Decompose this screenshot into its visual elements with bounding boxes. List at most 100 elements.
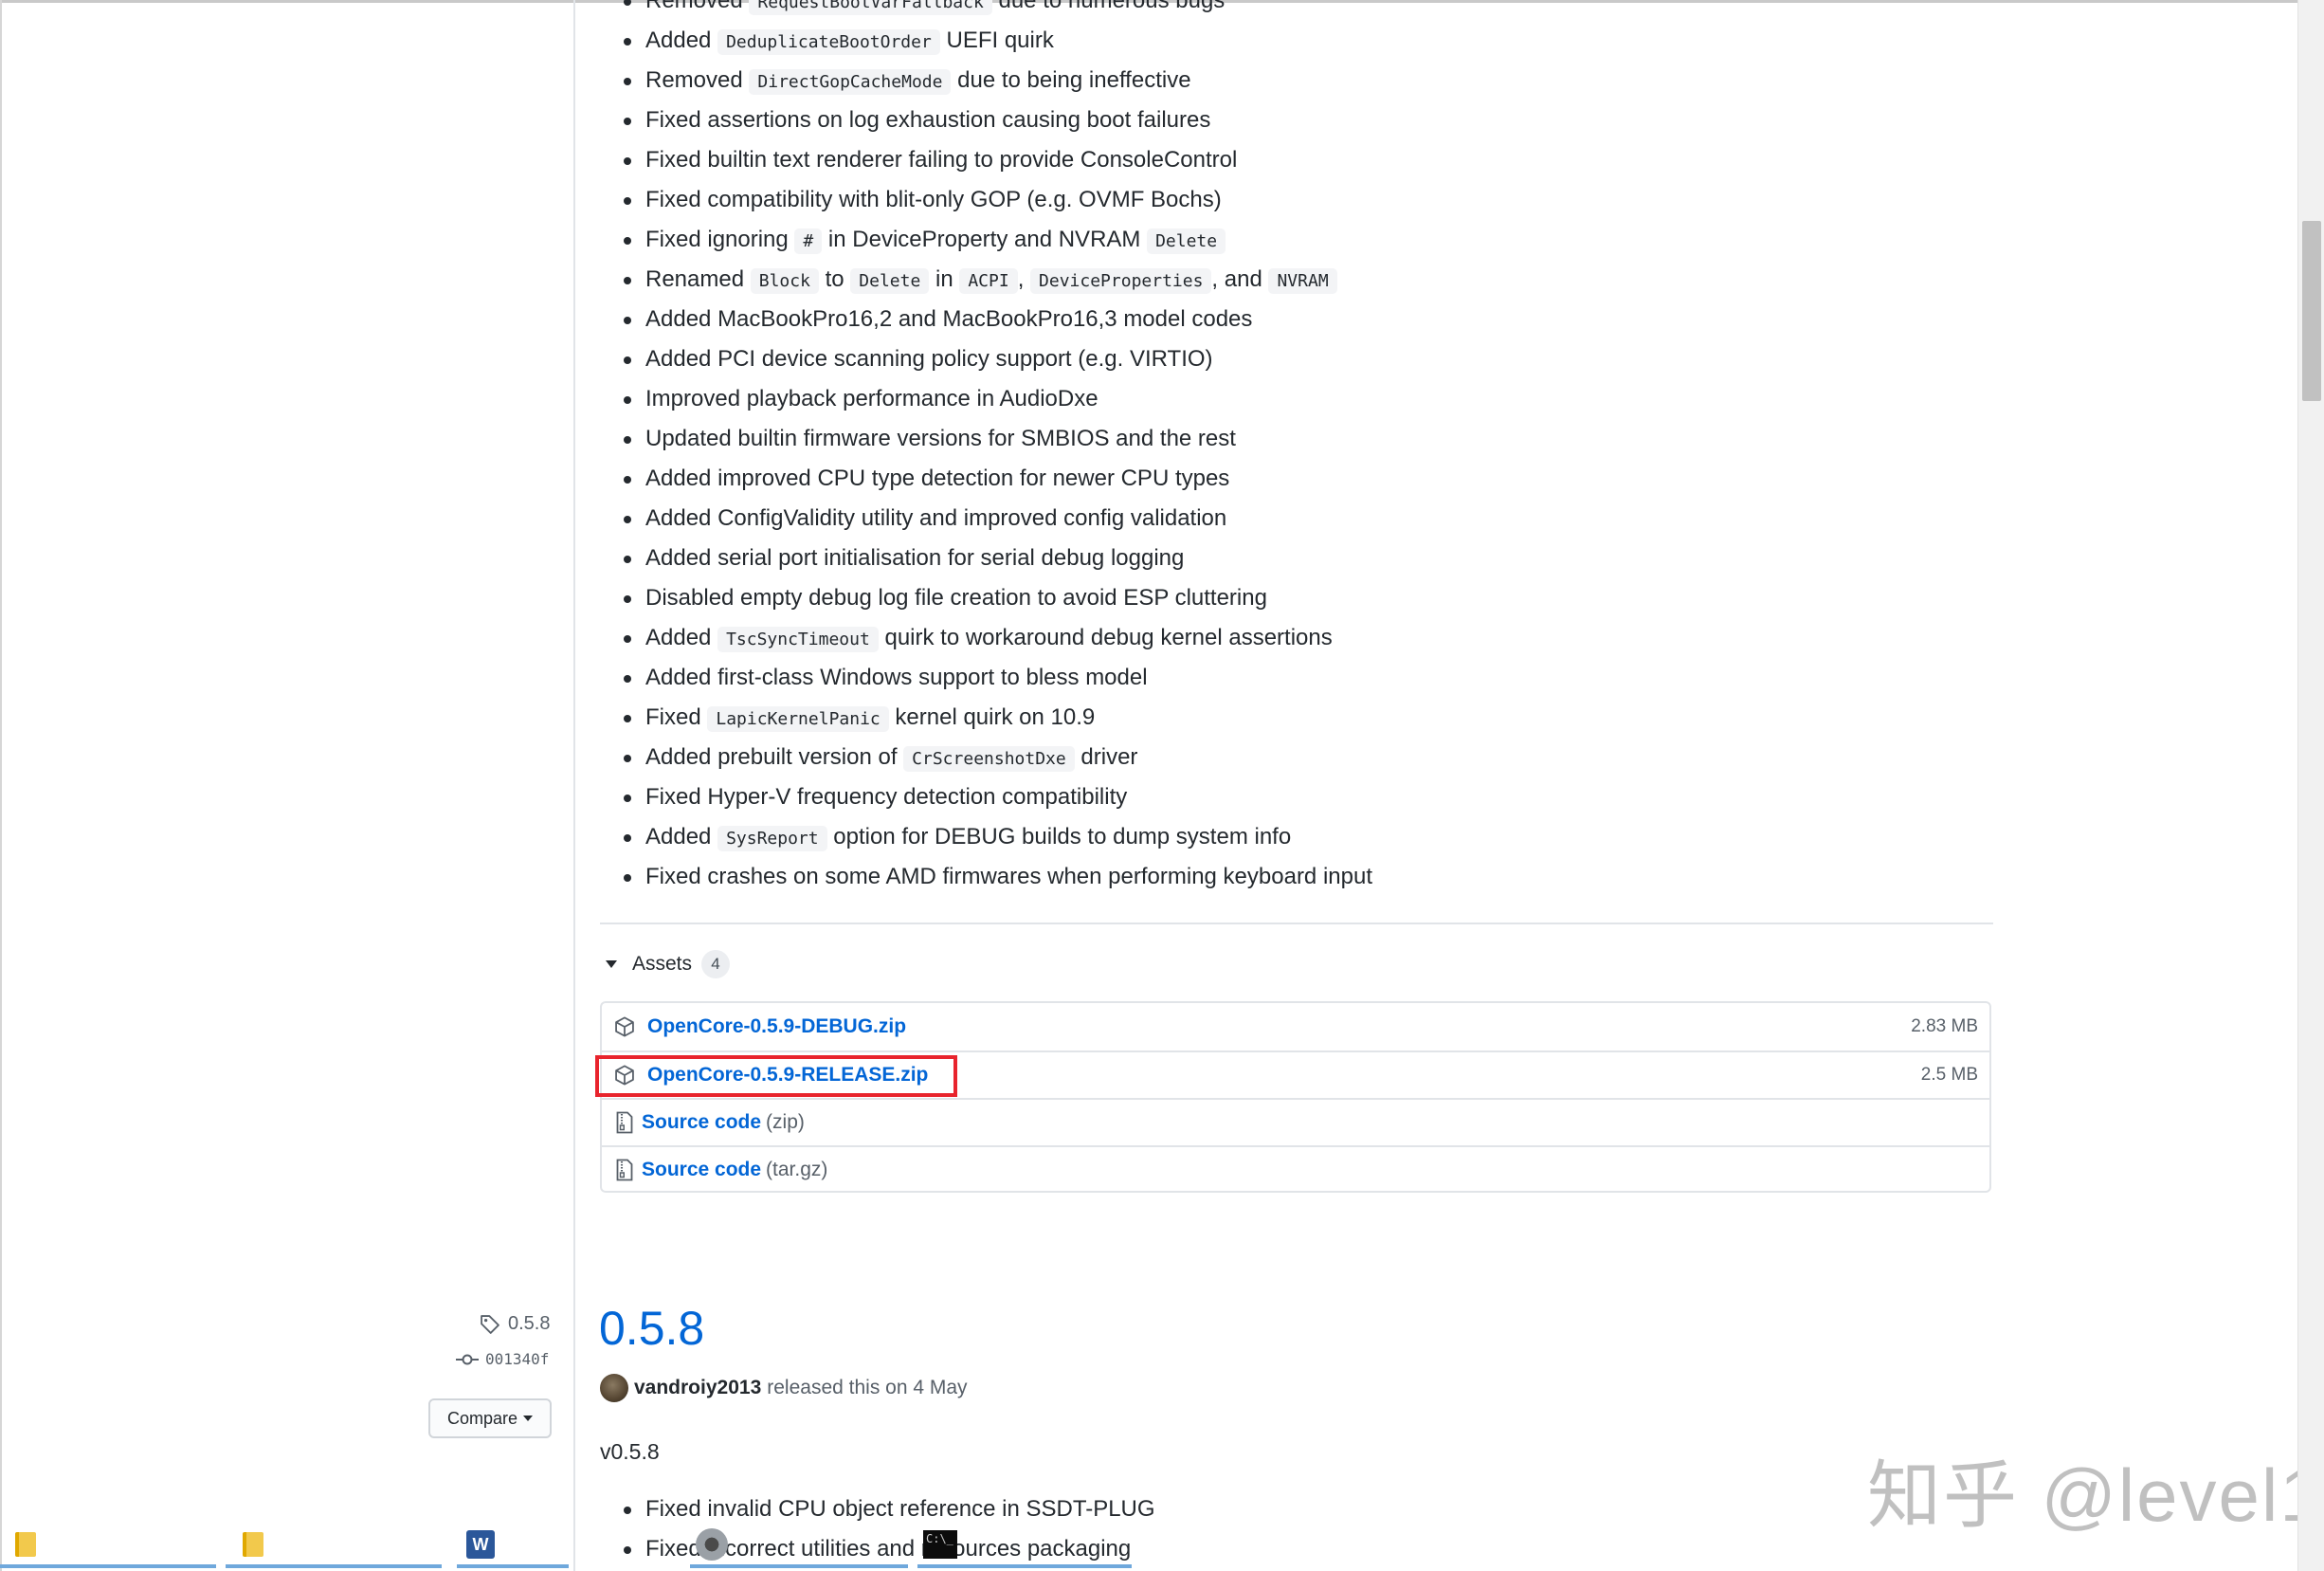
- git-commit-icon: [455, 1352, 480, 1367]
- inline-code: TscSyncTimeout: [717, 627, 879, 652]
- inline-code: RequestBootVarFallback: [749, 0, 992, 15]
- list-item: Added prebuilt version of CrScreenshotDx…: [616, 738, 1990, 777]
- note-text: in DeviceProperty and NVRAM: [822, 227, 1148, 252]
- list-item: Fixed LapicKernelPanic kernel quirk on 1…: [616, 698, 1990, 738]
- avatar[interactable]: [600, 1374, 628, 1402]
- taskbar-chrome-button[interactable]: [696, 1521, 728, 1568]
- folder-icon: [243, 1532, 263, 1557]
- note-text: Updated builtin firmware versions for SM…: [645, 426, 1236, 451]
- list-item: Added DeduplicateBootOrder UEFI quirk: [616, 21, 1990, 61]
- note-text: Fixed: [645, 704, 708, 730]
- asset-size: 2.5 MB: [1920, 1065, 1978, 1085]
- taskbar-cmd-button[interactable]: C:\_: [923, 1521, 957, 1568]
- taskbar-folder-button[interactable]: [243, 1521, 263, 1568]
- note-text: Added prebuilt version of: [645, 744, 904, 770]
- list-item: Added PCI device scanning policy support…: [616, 339, 1990, 379]
- taskbar-active-indicator: [226, 1564, 442, 1568]
- assets-divider: [600, 923, 1993, 924]
- window-left-border: [0, 0, 2, 1571]
- note-text: Fixed Hyper-V frequency detection compat…: [645, 784, 1128, 810]
- source-code-zip-link[interactable]: Source code: [642, 1111, 761, 1134]
- note-text: driver: [1074, 744, 1138, 770]
- sidebar-divider: [573, 0, 575, 1571]
- word-icon: W: [466, 1530, 495, 1559]
- list-item: Fixed ignoring # in DeviceProperty and N…: [616, 220, 1990, 260]
- watermark: 知乎 @level1: [1867, 1453, 2323, 1537]
- note-text: Added PCI device scanning policy support…: [645, 346, 1213, 372]
- note-text: Disabled empty debug log file creation t…: [645, 585, 1267, 611]
- author-link[interactable]: vandroiy2013: [634, 1377, 761, 1399]
- commit-hash: 001340f: [485, 1350, 550, 1368]
- tag-icon: [480, 1314, 500, 1335]
- scrollbar-thumb[interactable]: [2302, 221, 2321, 401]
- note-text: Removed: [645, 0, 750, 13]
- note-text: Fixed compatibility with blit-only GOP (…: [645, 187, 1222, 212]
- cmd-icon: C:\_: [923, 1530, 957, 1559]
- note-text: due to being ineffective: [951, 67, 1191, 93]
- inline-code: DeviceProperties: [1030, 268, 1212, 294]
- note-text: kernel quirk on 10.9: [888, 704, 1096, 730]
- source-code-zip-suffix: (zip): [766, 1111, 805, 1133]
- list-item: Disabled empty debug log file creation t…: [616, 578, 1990, 618]
- note-text: Added first-class Windows support to ble…: [645, 665, 1148, 690]
- note-text: Fixed builtin text renderer failing to p…: [645, 147, 1238, 173]
- note-text: in: [929, 266, 960, 292]
- list-item: Added ConfigValidity utility and improve…: [616, 499, 1990, 539]
- source-code-targz-suffix: (tar.gz): [766, 1159, 828, 1180]
- list-item: Removed RequestBootVarFallback due to nu…: [616, 0, 1990, 21]
- folder-icon: [15, 1532, 36, 1557]
- release-byline: vandroiy2013 released this on 4 May: [600, 1374, 968, 1402]
- inline-code: Delete: [1147, 228, 1226, 254]
- note-text: Fixed ignoring: [645, 227, 795, 252]
- list-item: Fixed compatibility with blit-only GOP (…: [616, 180, 1990, 220]
- list-item: Renamed Block to Delete in ACPI, DeviceP…: [616, 260, 1990, 300]
- list-item: Removed DirectGopCacheMode due to being …: [616, 61, 1990, 100]
- release-version-heading: v0.5.8: [600, 1439, 660, 1464]
- inline-code: NVRAM: [1268, 268, 1337, 294]
- asset-link-debug[interactable]: OpenCore-0.5.9-DEBUG.zip: [647, 1015, 906, 1038]
- inline-code: Block: [750, 268, 819, 294]
- list-item: Fixed crashes on some AMD firmwares when…: [616, 857, 1990, 897]
- taskbar-word-button[interactable]: W: [466, 1521, 495, 1568]
- list-item: Added TscSyncTimeout quirk to workaround…: [616, 618, 1990, 658]
- file-zip-icon: [613, 1111, 636, 1134]
- inline-code: DeduplicateBootOrder: [717, 29, 940, 55]
- note-text: Improved playback performance in AudioDx…: [645, 386, 1098, 411]
- asset-row[interactable]: Source code (tar.gz): [602, 1145, 1989, 1193]
- assets-count-badge: 4: [701, 950, 731, 978]
- compare-label: Compare: [446, 1408, 518, 1428]
- tag-label-text: 0.5.8: [508, 1313, 551, 1334]
- asset-row[interactable]: OpenCore-0.5.9-DEBUG.zip 2.83 MB: [602, 1003, 1989, 1050]
- release-notes-list: Removed RequestBootVarFallback due to nu…: [616, 0, 1990, 897]
- taskbar-folder-button[interactable]: [15, 1521, 36, 1568]
- inline-code: #: [794, 228, 823, 254]
- source-code-targz-link[interactable]: Source code: [642, 1159, 761, 1181]
- release-tag[interactable]: 0.5.8: [480, 1313, 550, 1335]
- caret-down-icon: [606, 960, 617, 968]
- taskbar-active-indicator: [690, 1564, 908, 1568]
- assets-toggle[interactable]: Assets 4: [604, 948, 731, 980]
- asset-size: 2.83 MB: [1911, 1016, 1978, 1036]
- compare-button[interactable]: Compare: [428, 1398, 552, 1438]
- note-text: ,: [1017, 266, 1031, 292]
- release-zip-highlight: [595, 1055, 957, 1097]
- list-item: Added first-class Windows support to ble…: [616, 658, 1990, 698]
- note-text: Added: [645, 27, 718, 53]
- note-text: Renamed: [645, 266, 751, 292]
- list-item: Updated builtin firmware versions for SM…: [616, 419, 1990, 459]
- release-commit[interactable]: 001340f: [455, 1350, 549, 1368]
- list-item: Fixed assertions on log exhaustion causi…: [616, 100, 1990, 140]
- list-item: Added SysReport option for DEBUG builds …: [616, 817, 1990, 857]
- assets-list: OpenCore-0.5.9-DEBUG.zip 2.83 MB OpenCor…: [600, 1001, 1991, 1193]
- list-item: Added improved CPU type detection for ne…: [616, 459, 1990, 499]
- package-icon: [613, 1015, 636, 1038]
- asset-row[interactable]: Source code (zip): [602, 1098, 1989, 1145]
- file-zip-icon: [613, 1159, 636, 1181]
- release-title-link[interactable]: 0.5.8: [599, 1301, 704, 1356]
- note-text: Fixed crashes on some AMD firmwares when…: [645, 864, 1372, 889]
- inline-code: ACPI: [959, 268, 1018, 294]
- inline-code: Delete: [850, 268, 930, 294]
- note-text: quirk to workaround debug kernel asserti…: [878, 625, 1333, 650]
- chrome-icon: [696, 1528, 728, 1561]
- dropdown-caret-icon: [523, 1416, 534, 1421]
